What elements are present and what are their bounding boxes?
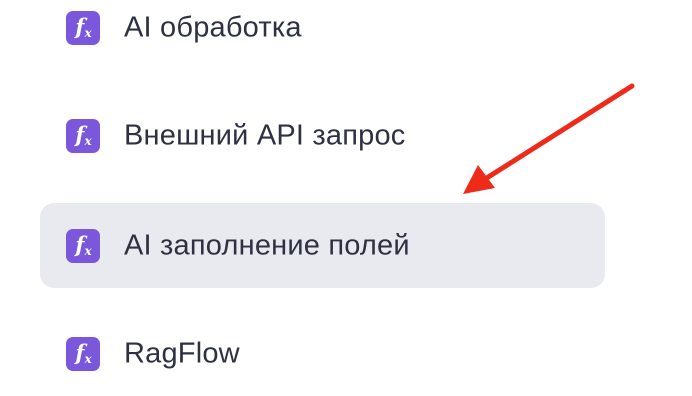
menu-item-external-api-request[interactable]: fx Внешний API запрос	[40, 93, 605, 178]
menu-item-ai-field-filling[interactable]: fx AI заполнение полей	[40, 203, 605, 288]
fx-icon: fx	[66, 228, 100, 263]
fx-icon: fx	[66, 118, 100, 153]
menu-item-label: RagFlow	[124, 337, 240, 369]
fx-icon: fx	[66, 10, 100, 45]
screenshot-canvas: fx AI обработка fx Внешний API запрос fx…	[0, 0, 692, 396]
fx-icon: fx	[66, 336, 100, 371]
node-type-menu: fx AI обработка fx Внешний API запрос fx…	[0, 0, 692, 396]
menu-item-label: AI обработка	[124, 11, 302, 43]
menu-item-ai-processing[interactable]: fx AI обработка	[40, 0, 605, 70]
menu-item-label: Внешний API запрос	[124, 119, 406, 151]
menu-item-ragflow[interactable]: fx RagFlow	[40, 311, 605, 396]
menu-item-label: AI заполнение полей	[124, 229, 410, 261]
